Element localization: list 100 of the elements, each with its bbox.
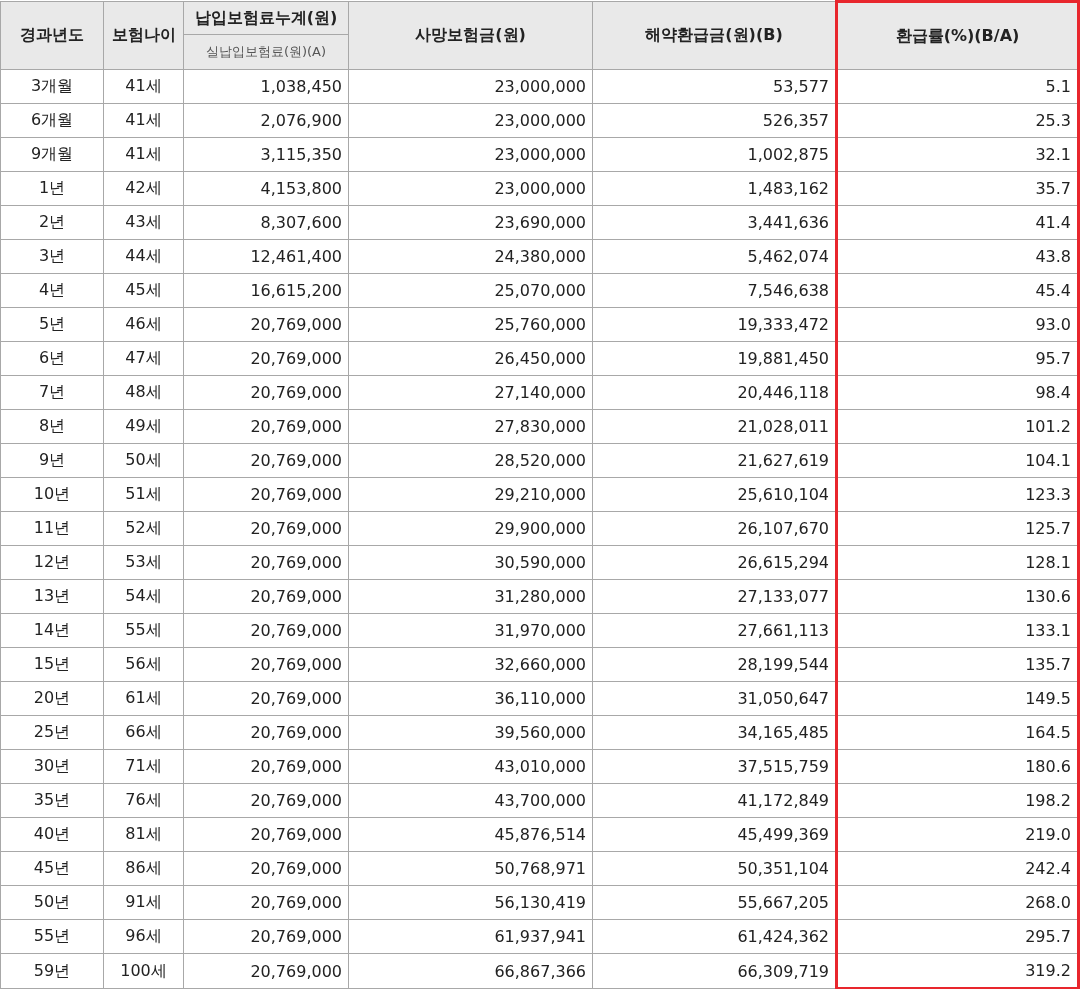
table-cell: 49세 [103, 409, 184, 444]
table-cell: 54세 [103, 579, 184, 614]
table-cell: 95.7 [836, 341, 1079, 376]
table-cell: 9년 [0, 443, 104, 478]
table-cell: 66세 [103, 715, 184, 750]
table-cell: 1,038,450 [183, 69, 349, 104]
table-cell: 104.1 [836, 443, 1079, 478]
table-cell: 20,769,000 [183, 681, 349, 716]
table-cell: 2,076,900 [183, 103, 349, 138]
table-cell: 5년 [0, 307, 104, 342]
table-cell: 25,070,000 [348, 273, 593, 308]
table-cell: 25년 [0, 715, 104, 750]
table-cell: 30년 [0, 749, 104, 784]
table-cell: 20,769,000 [183, 715, 349, 750]
table-cell: 9개월 [0, 137, 104, 172]
column-header: 환급률(%)(B/A) [836, 1, 1079, 70]
table-cell: 4,153,800 [183, 171, 349, 206]
table-cell: 45.4 [836, 273, 1079, 308]
table-cell: 20,769,000 [183, 545, 349, 580]
table-cell: 53세 [103, 545, 184, 580]
table-cell: 20,769,000 [183, 647, 349, 682]
table-cell: 14년 [0, 613, 104, 648]
table-cell: 8,307,600 [183, 205, 349, 240]
table-cell: 61세 [103, 681, 184, 716]
column-header: 사망보험금(원) [348, 1, 593, 70]
table-cell: 7년 [0, 375, 104, 410]
column-header: 보험나이 [103, 1, 184, 70]
table-cell: 25,760,000 [348, 307, 593, 342]
table-cell: 36,110,000 [348, 681, 593, 716]
table-cell: 45년 [0, 851, 104, 886]
table-cell: 76세 [103, 783, 184, 818]
table-cell: 40년 [0, 817, 104, 852]
table-cell: 43세 [103, 205, 184, 240]
table-cell: 130.6 [836, 579, 1079, 614]
table-cell: 42세 [103, 171, 184, 206]
table-cell: 128.1 [836, 545, 1079, 580]
table-cell: 27,830,000 [348, 409, 593, 444]
table-cell: 10년 [0, 477, 104, 512]
table-cell: 133.1 [836, 613, 1079, 648]
table-cell: 11년 [0, 511, 104, 546]
table-cell: 66,867,366 [348, 953, 593, 989]
table-cell: 71세 [103, 749, 184, 784]
column-header: 납입보험료누계(원) [183, 1, 349, 35]
table-cell: 20,769,000 [183, 919, 349, 954]
table-cell: 91세 [103, 885, 184, 920]
column-header: 경과년도 [0, 1, 104, 70]
table-cell: 3년 [0, 239, 104, 274]
table-cell: 43,700,000 [348, 783, 593, 818]
table-cell: 23,000,000 [348, 103, 593, 138]
table-cell: 86세 [103, 851, 184, 886]
table-cell: 20,769,000 [183, 307, 349, 342]
table-cell: 56세 [103, 647, 184, 682]
table-cell: 25.3 [836, 103, 1079, 138]
table-cell: 50년 [0, 885, 104, 920]
table-cell: 29,900,000 [348, 511, 593, 546]
table-cell: 30,590,000 [348, 545, 593, 580]
table-cell: 35.7 [836, 171, 1079, 206]
table-cell: 23,000,000 [348, 137, 593, 172]
table-cell: 20,769,000 [183, 613, 349, 648]
table-cell: 100세 [103, 953, 184, 989]
table-cell: 52세 [103, 511, 184, 546]
table-cell: 20,769,000 [183, 477, 349, 512]
table-cell: 41세 [103, 103, 184, 138]
table-cell: 135.7 [836, 647, 1079, 682]
table-cell: 6년 [0, 341, 104, 376]
table-cell: 20,769,000 [183, 953, 349, 989]
table-cell: 101.2 [836, 409, 1079, 444]
table-cell: 48세 [103, 375, 184, 410]
table-cell: 1년 [0, 171, 104, 206]
table-cell: 23,690,000 [348, 205, 593, 240]
table-cell: 98.4 [836, 375, 1079, 410]
table-cell: 319.2 [836, 953, 1079, 989]
table-cell: 26,450,000 [348, 341, 593, 376]
table-cell: 6개월 [0, 103, 104, 138]
table-cell: 20,769,000 [183, 851, 349, 886]
table-cell: 20,769,000 [183, 375, 349, 410]
table-cell: 4년 [0, 273, 104, 308]
table-cell: 20,769,000 [183, 817, 349, 852]
table-cell: 31,970,000 [348, 613, 593, 648]
table-cell: 32,660,000 [348, 647, 593, 682]
table-cell: 15년 [0, 647, 104, 682]
table-cell: 23,000,000 [348, 69, 593, 104]
table-cell: 27,140,000 [348, 375, 593, 410]
table-cell: 39,560,000 [348, 715, 593, 750]
table-cell: 20,769,000 [183, 783, 349, 818]
table-cell: 46세 [103, 307, 184, 342]
table-cell: 47세 [103, 341, 184, 376]
table-cell: 125.7 [836, 511, 1079, 546]
table-cell: 81세 [103, 817, 184, 852]
table-cell: 20,769,000 [183, 443, 349, 478]
table-cell: 5.1 [836, 69, 1079, 104]
table-cell: 29,210,000 [348, 477, 593, 512]
table-cell: 56,130,419 [348, 885, 593, 920]
table-cell: 32.1 [836, 137, 1079, 172]
table-cell: 20,769,000 [183, 341, 349, 376]
table-cell: 13년 [0, 579, 104, 614]
table-cell: 164.5 [836, 715, 1079, 750]
table-cell: 59년 [0, 953, 104, 989]
table-cell: 3개월 [0, 69, 104, 104]
table-cell: 20,769,000 [183, 885, 349, 920]
